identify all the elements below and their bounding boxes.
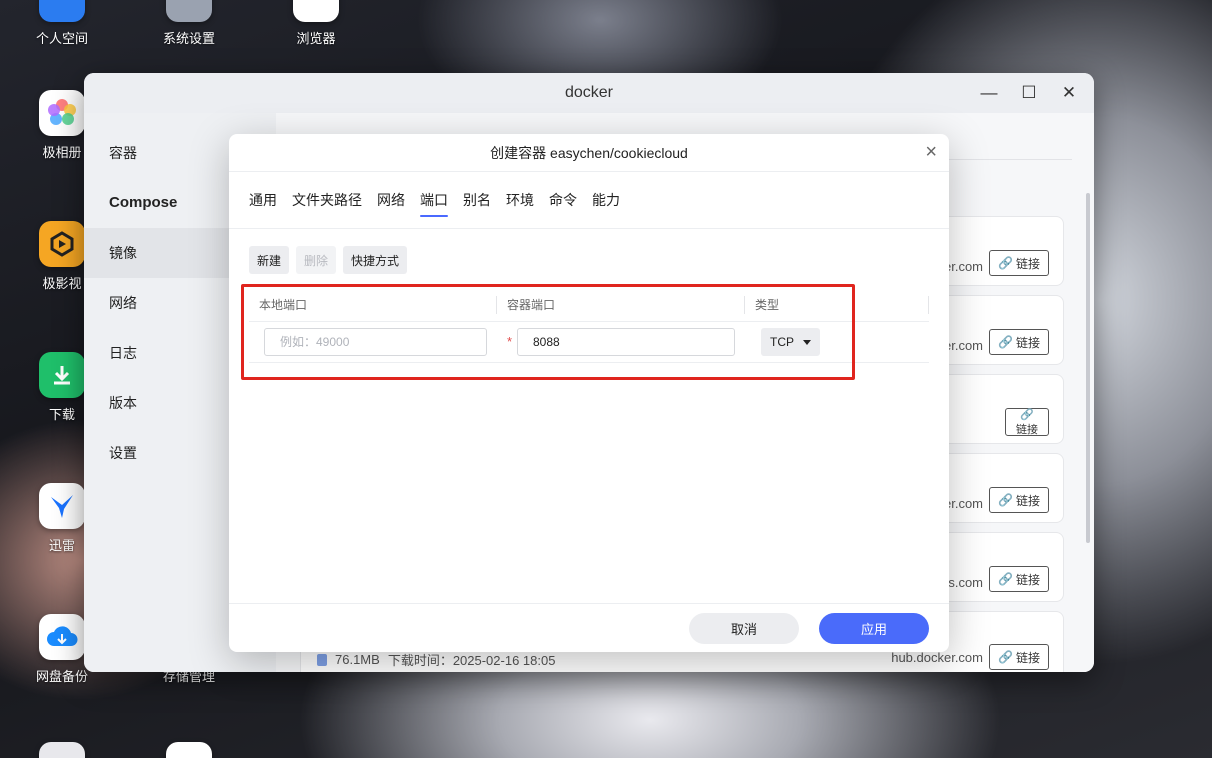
photos-flower-icon (39, 90, 85, 136)
link-button-label: 链接 (1015, 335, 1040, 350)
tab-environment[interactable]: 环境 (506, 186, 534, 214)
close-icon[interactable]: × (925, 142, 937, 162)
personal-space-icon (39, 0, 85, 22)
link-icon: 🔗 (998, 335, 1013, 349)
dialog-header: 创建容器 easychen/cookiecloud × (229, 134, 949, 172)
link-icon: 🔗 (998, 650, 1013, 664)
cancel-button[interactable]: 取消 (689, 613, 799, 644)
thunder-bird-icon (39, 483, 85, 529)
settings-icon (166, 0, 212, 22)
app-icon (166, 742, 212, 758)
window-controls: — ☐ ✕ (978, 73, 1080, 113)
local-port-input[interactable]: 例如：49000 (264, 328, 487, 356)
minimize-icon[interactable]: — (978, 83, 1000, 103)
tab-command[interactable]: 命令 (549, 186, 577, 214)
tab-capabilities[interactable]: 能力 (592, 186, 620, 214)
link-icon: 🔗 (998, 572, 1013, 586)
link-button-label: 链接 (1015, 256, 1040, 271)
local-port-header: 本地端口 (259, 298, 308, 312)
port-table-header: 本地端口 容器端口 类型 (249, 288, 929, 322)
column-divider (928, 296, 929, 314)
create-container-dialog: 创建容器 easychen/cookiecloud × 通用 文件夹路径 网络 … (229, 134, 949, 652)
tab-general[interactable]: 通用 (249, 186, 277, 214)
tab-alias[interactable]: 别名 (463, 186, 491, 214)
tab-ports[interactable]: 端口 (420, 186, 448, 217)
link-button[interactable]: 🔗 链接 (989, 644, 1049, 670)
video-icon (39, 221, 85, 267)
desktop-icon-browser[interactable]: 浏览器 (276, 0, 356, 47)
registry-host: hub.docker.com (891, 650, 983, 665)
desktop-icon-label: 系统设置 (162, 31, 215, 46)
cloud-backup-icon (39, 614, 85, 660)
protocol-value: TCP (770, 335, 794, 349)
link-button-label: 链接 (1015, 493, 1040, 508)
link-button-label: 链接 (1016, 424, 1038, 436)
desktop-icon-system-settings[interactable]: 系统设置 (149, 0, 229, 47)
new-button[interactable]: 新建 (249, 246, 290, 274)
chevron-down-icon (803, 339, 811, 345)
registry-host: s.com (948, 575, 983, 590)
database-icon (317, 653, 327, 666)
window-titlebar[interactable]: docker — ☐ ✕ (84, 73, 1094, 113)
tab-network[interactable]: 网络 (377, 186, 405, 214)
dialog-tabs: 通用 文件夹路径 网络 端口 别名 环境 命令 能力 (229, 172, 949, 229)
link-button-label: 链接 (1015, 572, 1040, 587)
maximize-icon[interactable]: ☐ (1018, 83, 1040, 103)
link-button[interactable]: 🔗 链接 (989, 566, 1049, 592)
download-icon (39, 352, 85, 398)
shortcut-button[interactable]: 快捷方式 (343, 246, 408, 274)
window-title: docker (564, 84, 614, 101)
scrollbar[interactable] (1086, 193, 1090, 543)
dialog-title: 创建容器 easychen/cookiecloud (490, 144, 688, 161)
delete-button[interactable]: 删除 (296, 246, 337, 274)
desktop-icon-label: 浏览器 (296, 31, 336, 46)
type-header: 类型 (755, 298, 780, 312)
apply-button[interactable]: 应用 (819, 613, 929, 644)
tab-folder-paths[interactable]: 文件夹路径 (292, 186, 362, 214)
image-meta: 76.1MB 下载时间：2025-02-16 18:05 (317, 650, 555, 669)
link-button[interactable]: 🔗 链接 (1005, 408, 1049, 436)
app-icon (39, 742, 85, 758)
link-icon: 🔗 (1020, 409, 1034, 421)
dialog-footer: 取消 应用 (229, 603, 949, 652)
desktop-icon-personal-space[interactable]: 个人空间 (22, 0, 102, 47)
required-mark: * (507, 334, 513, 349)
protocol-select[interactable]: TCP (761, 328, 820, 356)
port-row: 例如：49000 * 8088 TCP (249, 322, 929, 363)
link-icon: 🔗 (998, 493, 1013, 507)
link-button[interactable]: 🔗 链接 (989, 329, 1049, 355)
download-time: 下载时间：2025-02-16 18:05 (387, 653, 556, 668)
link-button[interactable]: 🔗 链接 (989, 250, 1049, 276)
container-port-input[interactable]: 8088 (517, 328, 735, 356)
desktop-icon-partial[interactable] (22, 742, 102, 758)
container-port-header: 容器端口 (507, 298, 556, 312)
desktop-icon-label: 个人空间 (35, 31, 88, 46)
image-size: 76.1MB (335, 652, 380, 667)
desktop-icon-partial[interactable] (149, 742, 229, 758)
close-icon[interactable]: ✕ (1058, 83, 1080, 103)
port-toolbar: 新建 删除 快捷方式 (249, 246, 408, 274)
link-icon: 🔗 (998, 256, 1013, 270)
browser-icon (293, 0, 339, 22)
link-button[interactable]: 🔗 链接 (989, 487, 1049, 513)
link-button-label: 链接 (1015, 650, 1040, 665)
port-table: 本地端口 容器端口 类型 例如：49000 * 8088 TCP (249, 288, 929, 363)
